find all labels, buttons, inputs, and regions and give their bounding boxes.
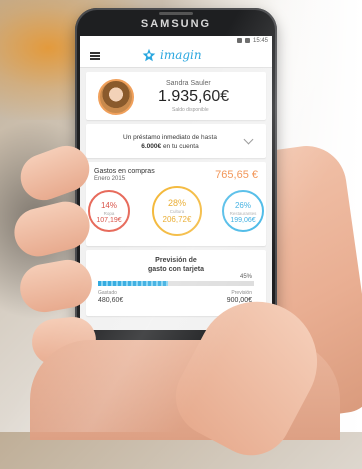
- loan-line1: Un préstamo inmediato de hasta: [123, 134, 217, 141]
- expenses-card[interactable]: Gastos en compras Enero 2015 765,65 € 14…: [86, 162, 266, 246]
- chevron-down-icon[interactable]: [243, 134, 254, 145]
- category-label: Restaurantes: [229, 211, 257, 216]
- forecast-title: Previsión de gasto con tarjeta: [86, 256, 266, 274]
- category-label: Cultura: [169, 209, 185, 214]
- category-percent: 14%: [100, 201, 117, 210]
- user-name: Sandra Sauler: [166, 80, 211, 87]
- phone-screen: 15:45 imagin Sandra Sauler 1.935,60€ Sal…: [80, 36, 272, 330]
- loan-amount: 6.000€: [141, 143, 162, 150]
- category-ring-clothing[interactable]: 14% Ropa 107,19€: [88, 190, 130, 232]
- balance-amount: 1.935,60€: [158, 88, 230, 105]
- spent-label: Gastado: [98, 290, 117, 296]
- profile-card[interactable]: Sandra Sauler 1.935,60€ Saldo disponible: [86, 72, 266, 120]
- forecast-percent: 45%: [239, 274, 252, 280]
- status-bar: 15:45: [80, 36, 272, 45]
- app-logo: imagin: [142, 48, 202, 62]
- balance-label: Saldo disponible: [172, 107, 209, 113]
- app-bar: imagin: [80, 45, 272, 68]
- forecast-progress-fill: [98, 281, 169, 286]
- category-percent: 26%: [234, 201, 251, 210]
- star-logo-icon: [142, 48, 156, 62]
- spent-value: 480,60€: [98, 297, 124, 304]
- category-percent: 28%: [167, 198, 186, 208]
- forecast-title-line1: Previsión de: [155, 257, 197, 264]
- loan-offer-text: Un préstamo inmediato de hasta 6.000€ en…: [100, 133, 240, 151]
- category-label: Ropa: [103, 211, 115, 216]
- expenses-period: Enero 2015: [94, 176, 126, 182]
- expenses-total: 765,65 €: [215, 169, 258, 181]
- status-time: 15:45: [252, 37, 268, 44]
- avatar[interactable]: [98, 79, 134, 115]
- category-ring-restaurants[interactable]: 26% Restaurantes 199,06€: [222, 190, 264, 232]
- category-amount: 107,19€: [96, 217, 122, 224]
- signal-icon: [236, 38, 242, 43]
- expenses-title: Gastos en compras: [94, 168, 155, 175]
- forecast-title-line2: gasto con tarjeta: [147, 266, 204, 273]
- forecast-label: Previsión: [231, 290, 252, 296]
- phone-speaker: [159, 12, 193, 15]
- forecast-progress-bar: [98, 281, 254, 286]
- loan-line2: en tu cuenta: [161, 143, 199, 150]
- battery-icon: [244, 38, 250, 43]
- category-ring-culture[interactable]: 28% Cultura 206,72€: [152, 186, 202, 236]
- loan-offer-card[interactable]: Un préstamo inmediato de hasta 6.000€ en…: [86, 124, 266, 158]
- hamburger-menu-icon[interactable]: [90, 52, 100, 60]
- category-amount: 199,06€: [230, 217, 256, 224]
- logo-text: imagin: [160, 48, 202, 62]
- phone-brand: SAMSUNG: [140, 18, 212, 30]
- category-amount: 206,72€: [162, 215, 192, 224]
